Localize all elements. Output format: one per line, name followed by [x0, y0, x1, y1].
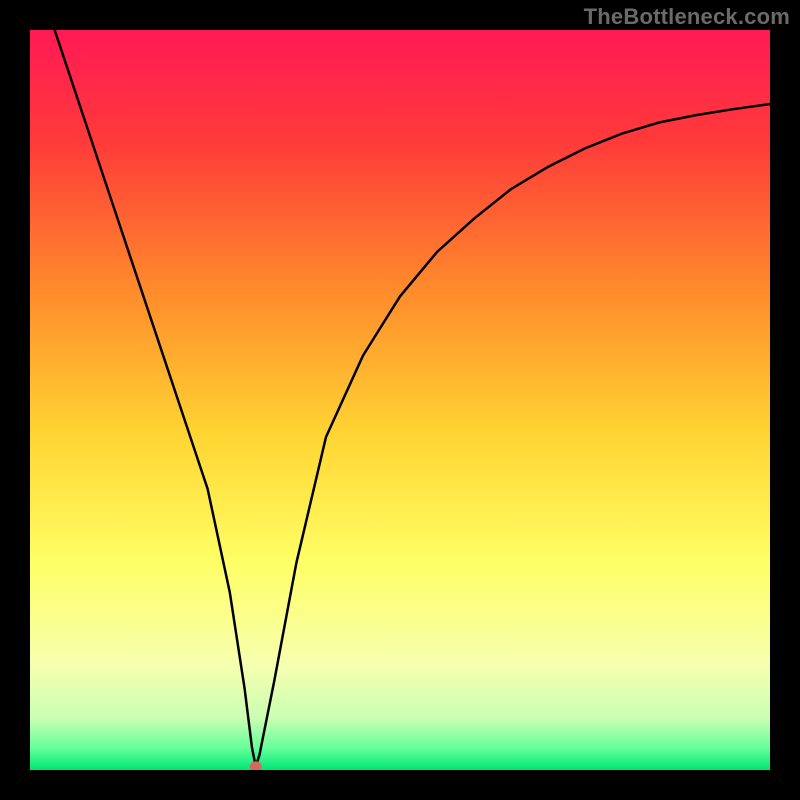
chart-canvas: TheBottleneck.com: [0, 0, 800, 800]
plot-area: [30, 30, 770, 770]
watermark-text: TheBottleneck.com: [584, 4, 790, 30]
gradient-background: [30, 30, 770, 770]
chart-svg: [30, 30, 770, 770]
